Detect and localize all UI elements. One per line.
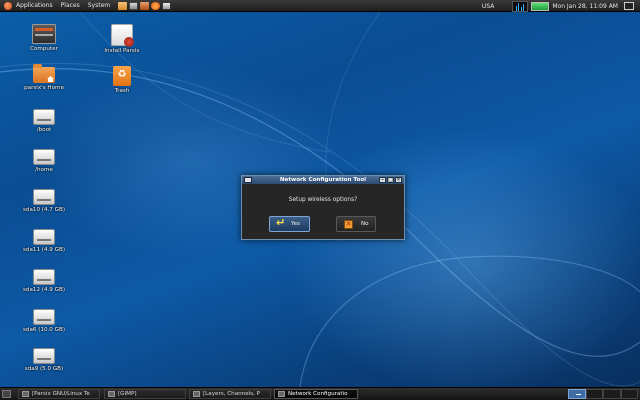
cancel-x-icon	[344, 219, 353, 229]
monitor-launcher-icon[interactable]	[162, 1, 172, 10]
network-configuration-dialog: Network Configuration Tool – □ ✕ Setup w…	[241, 175, 405, 240]
battery-level	[532, 2, 548, 10]
minimize-icon[interactable]: –	[379, 177, 386, 183]
bottom-taskbar: [Parsix GNU/Linux Te [GIMP] [Layers, Cha…	[0, 387, 640, 400]
drive-icon	[33, 189, 55, 205]
no-button[interactable]: No	[336, 216, 376, 232]
desktop-icon-install-parsix[interactable]: Install Parsix	[87, 24, 157, 54]
desktop-icon-label: parsix's Home	[24, 85, 64, 91]
yes-button[interactable]: Yes	[269, 216, 310, 232]
desktop-icon-home[interactable]: parsix's Home	[9, 64, 79, 91]
desktop-icon-sda9[interactable]: sda9 (5.0 GB)	[9, 348, 79, 372]
desktop-icon-sda11[interactable]: sda11 (4.9 GB)	[9, 229, 79, 253]
drive-icon	[33, 109, 55, 125]
trash-icon	[113, 66, 131, 86]
window-menu-icon[interactable]	[244, 177, 252, 183]
desktop-icon-label: sda11 (4.9 GB)	[23, 247, 65, 253]
clock[interactable]: Mon Jan 28, 11:09 AM	[552, 3, 618, 10]
workspace-4[interactable]	[620, 389, 638, 399]
display-icon[interactable]	[624, 2, 634, 10]
gimp-icon	[108, 391, 115, 397]
menu-system[interactable]: System	[88, 0, 110, 12]
computer-icon	[32, 24, 56, 44]
battery-icon[interactable]	[531, 1, 550, 11]
drive-icon	[33, 269, 55, 285]
home-folder-icon	[33, 64, 55, 83]
gnome-foot-icon[interactable]	[4, 1, 12, 10]
taskbar-item-network-configuration[interactable]: Network Configuratio	[274, 389, 358, 399]
window-icon	[278, 391, 285, 397]
taskbar-item-gimp-layers[interactable]: [Layers, Channels, P	[189, 389, 271, 399]
desktop-icon-trash[interactable]: Trash	[87, 66, 157, 94]
close-icon[interactable]: ✕	[395, 177, 402, 183]
taskbar-item-terminal[interactable]: [Parsix GNU/Linux Te	[18, 389, 100, 399]
task-label: [Layers, Channels, P	[203, 391, 261, 397]
package-manager-launcher-icon[interactable]	[140, 1, 150, 10]
network-monitor-icon[interactable]	[512, 0, 529, 12]
desktop-icon-sda10[interactable]: sda10 (4.7 GB)	[9, 189, 79, 213]
menu-places[interactable]: Places	[61, 0, 80, 12]
task-label: [GIMP]	[118, 391, 137, 397]
drive-icon	[33, 149, 55, 165]
keyboard-layout-indicator[interactable]: USA	[482, 3, 494, 10]
desktop-icon-label: sda10 (4.7 GB)	[23, 207, 65, 213]
drive-icon	[33, 229, 55, 245]
dialog-titlebar[interactable]: Network Configuration Tool – □ ✕	[242, 176, 404, 184]
top-panel: Applications Places System USA Mon Jan 2…	[0, 0, 640, 12]
drive-icon	[33, 309, 55, 325]
desktop-icon-label: Trash	[114, 88, 130, 94]
file-manager-launcher-icon[interactable]	[118, 1, 128, 10]
desktop-icon-sda6[interactable]: sda6 (10.0 GB)	[9, 309, 79, 333]
desktop-icon-label: sda6 (10.0 GB)	[23, 327, 65, 333]
yes-button-label: Yes	[291, 221, 301, 227]
terminal-launcher-icon[interactable]	[129, 1, 139, 10]
desktop-icon-home-partition[interactable]: /home	[9, 149, 79, 173]
task-label: Network Configuratio	[288, 391, 348, 397]
web-browser-launcher-icon[interactable]	[151, 1, 161, 10]
workspace-3[interactable]	[603, 389, 621, 399]
desktop-icon-computer[interactable]: Computer	[9, 24, 79, 52]
drive-icon	[33, 348, 55, 364]
workspace-2[interactable]	[585, 389, 603, 399]
desktop-icon-label: /home	[35, 167, 53, 173]
desktop-icon-label: Computer	[30, 46, 58, 52]
task-label: [Parsix GNU/Linux Te	[32, 391, 90, 397]
dialog-title: Network Configuration Tool	[279, 177, 367, 183]
show-desktop-icon[interactable]	[2, 390, 11, 398]
desktop-icon-label: sda9 (5.0 GB)	[24, 366, 64, 372]
installer-icon	[111, 24, 134, 47]
gimp-icon	[193, 391, 200, 397]
taskbar-item-gimp[interactable]: [GIMP]	[104, 389, 186, 399]
workspace-switcher[interactable]	[568, 389, 638, 399]
workspace-1[interactable]	[568, 389, 586, 399]
no-button-label: No	[361, 221, 369, 227]
dialog-message: Setup wireless options?	[288, 197, 358, 203]
terminal-icon	[22, 391, 29, 397]
desktop-icon-label: sda12 (4.9 GB)	[23, 287, 65, 293]
desktop-icon-sda12[interactable]: sda12 (4.9 GB)	[9, 269, 79, 293]
desktop-icon-boot[interactable]: /boot	[9, 109, 79, 133]
enter-arrow-icon	[276, 217, 286, 229]
menu-applications[interactable]: Applications	[16, 0, 53, 12]
desktop-icon-label: /boot	[36, 127, 52, 133]
desktop-icon-label: Install Parsix	[104, 48, 140, 54]
maximize-icon[interactable]: □	[387, 177, 394, 183]
